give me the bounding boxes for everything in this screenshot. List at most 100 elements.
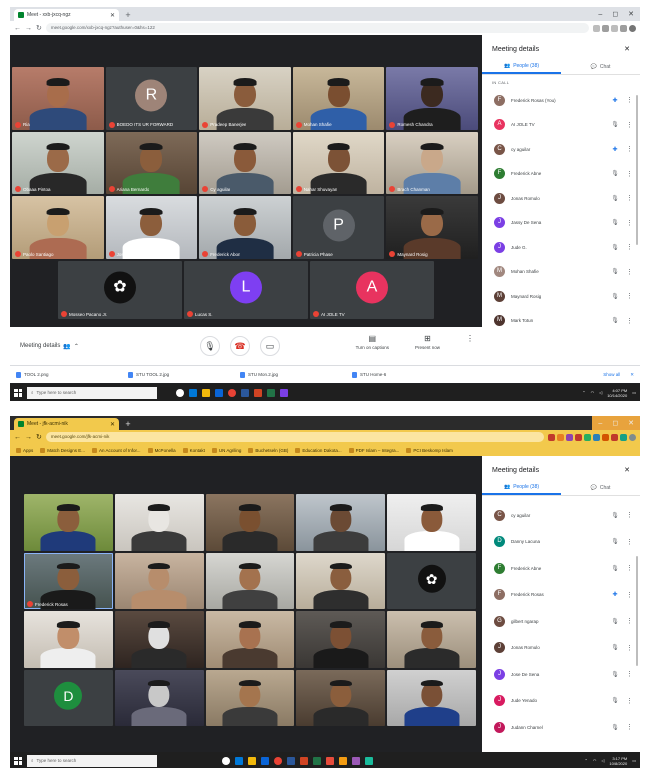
more-vert-icon[interactable]: ⋮ <box>626 511 633 519</box>
participant-tile[interactable]: Cy aguilar <box>199 131 291 195</box>
participant-row[interactable]: M Mohan Shafie 🎙 ⋮ <box>482 260 640 285</box>
participant-tile[interactable]: Maynard Rosig <box>386 196 478 259</box>
profile-avatar[interactable] <box>629 433 636 441</box>
mic-off-icon[interactable]: 🎙 <box>610 512 620 519</box>
more-vert-icon[interactable]: ⋮ <box>626 219 633 227</box>
tab-chat[interactable]: 💬 Chat <box>561 480 640 495</box>
bookmark-item[interactable]: Education Dakota... <box>295 448 341 453</box>
powerpoint-icon[interactable] <box>300 756 308 765</box>
extension-icon[interactable] <box>575 433 582 441</box>
more-vert-icon[interactable]: ⋮ <box>626 317 633 325</box>
bookmark-item[interactable]: Match Designs E... <box>40 448 85 453</box>
participant-tile[interactable]: Frederick Rosas <box>24 552 113 609</box>
participant-row[interactable]: Ggilbert ngarap 🎙 ⋮ <box>482 608 640 635</box>
participant-tile[interactable] <box>205 552 295 609</box>
participant-tile[interactable] <box>24 494 113 551</box>
forward-icon[interactable]: → <box>25 25 32 32</box>
more-vert-icon[interactable]: ⋮ <box>626 617 633 625</box>
close-tab-icon[interactable]: ✕ <box>110 421 115 428</box>
mic-off-icon[interactable]: 🎙 <box>610 170 620 177</box>
word-icon[interactable] <box>241 388 249 397</box>
more-vert-icon[interactable]: ⋮ <box>626 121 633 129</box>
store-icon[interactable] <box>215 388 223 397</box>
download-item[interactable]: TOOL 2.png <box>16 372 116 378</box>
participant-tile[interactable] <box>296 669 386 726</box>
url-input[interactable]: meet.google.com/xxb-jxcq-ngz?authuser=0&… <box>45 23 589 33</box>
task-view-icon[interactable] <box>222 756 230 765</box>
mic-off-icon[interactable]: 🎙 <box>610 644 620 651</box>
participant-row[interactable]: J Jude Yenado 🎙 ⋮ <box>482 688 640 715</box>
extension-icon[interactable] <box>620 24 627 32</box>
extension-icon[interactable] <box>611 24 618 32</box>
minimize-button[interactable]: – <box>598 11 602 18</box>
excel-icon[interactable] <box>313 756 321 765</box>
participant-tile[interactable] <box>114 494 204 551</box>
close-window-button[interactable]: ✕ <box>628 419 634 427</box>
extension-icon[interactable] <box>611 433 618 441</box>
excel-icon[interactable] <box>267 388 275 397</box>
participant-tile[interactable] <box>296 611 386 668</box>
chrome-icon[interactable] <box>274 756 282 765</box>
participant-tile[interactable]: Mohan Shafie <box>292 67 385 130</box>
close-panel-icon[interactable]: ✕ <box>624 45 630 53</box>
volume-icon[interactable]: ◁ <box>601 758 604 763</box>
participant-tile[interactable]: A AI JOLE TV <box>310 261 434 319</box>
show-all-button[interactable]: Show all <box>603 372 620 378</box>
participant-tile[interactable] <box>24 611 113 668</box>
participant-row[interactable]: F Frederick Abne 🎙 ⋮ <box>482 555 640 582</box>
more-options-button[interactable]: ⋮ <box>466 334 474 350</box>
volume-icon[interactable]: ◁ <box>599 390 602 395</box>
more-vert-icon[interactable]: ⋮ <box>626 292 633 300</box>
participant-tile[interactable] <box>296 552 386 609</box>
participant-row[interactable]: J Judann Charnel 🎙 ⋮ <box>482 714 640 741</box>
url-input[interactable]: meet.google.com/jfk-acmi-nik <box>45 432 544 442</box>
notifications-icon[interactable]: ▭ <box>632 758 636 763</box>
extension-icon[interactable] <box>620 433 627 441</box>
app-icon[interactable] <box>280 388 288 397</box>
participant-tile[interactable]: ✿ Mosseo Pacano Jr. <box>58 261 182 319</box>
participant-row[interactable]: Ccy aguilar 🎙 ⋮ <box>482 502 640 529</box>
taskbar-search[interactable]: ⌕ Type here to search <box>27 386 157 399</box>
more-vert-icon[interactable]: ⋮ <box>626 644 633 652</box>
participant-tile[interactable] <box>387 494 476 551</box>
extension-icon[interactable] <box>593 433 600 441</box>
bookmark-item[interactable]: Apps <box>16 448 33 453</box>
panel-scrollbar[interactable] <box>636 556 638 666</box>
mic-off-icon[interactable]: 🎙 <box>610 538 620 545</box>
participant-tile[interactable]: L Lucas S. <box>184 261 308 319</box>
clock[interactable]: 4:07 PM 10/14/2020 <box>607 388 627 398</box>
participant-tile[interactable]: Ariana Bernardo <box>105 131 198 195</box>
file-explorer-icon[interactable] <box>202 388 210 397</box>
mic-off-icon[interactable]: 🎙 <box>610 317 620 324</box>
more-vert-icon[interactable]: ⋮ <box>626 591 633 599</box>
participant-row[interactable]: F Frederick Abne 🎙 ⋮ <box>482 162 640 187</box>
participant-row[interactable]: D Danny Lacuna 🎙 ⋮ <box>482 529 640 556</box>
windows-start-icon[interactable] <box>14 388 22 397</box>
participant-tile[interactable] <box>205 494 295 551</box>
microphone-button[interactable]: 🎙 <box>200 336 220 356</box>
minimize-button[interactable]: – <box>598 420 602 427</box>
participant-tile[interactable] <box>296 494 386 551</box>
more-vert-icon[interactable]: ⋮ <box>626 670 633 678</box>
new-tab-button[interactable]: + <box>122 418 134 430</box>
reload-icon[interactable]: ↻ <box>36 24 42 32</box>
tab-people[interactable]: 👥 People (38) <box>482 59 561 74</box>
more-vert-icon[interactable]: ⋮ <box>626 268 633 276</box>
more-vert-icon[interactable]: ⋮ <box>626 170 633 178</box>
bookmark-item[interactable]: Kontakt <box>183 448 205 453</box>
word-icon[interactable] <box>287 756 295 765</box>
present-button[interactable]: ⊞ Present now <box>415 334 440 350</box>
bookmark-item[interactable]: An Account of Infor... <box>92 448 141 453</box>
browser-tab[interactable]: Meet - jfk-acmi-nik ✕ <box>14 418 119 430</box>
participant-row[interactable]: F Frederick Rosas (You) ✚ ⋮ <box>482 88 640 113</box>
mic-off-icon[interactable]: 🎙 <box>610 195 620 202</box>
participant-tile[interactable]: P Patricia Phase <box>292 196 385 259</box>
task-view-icon[interactable] <box>176 388 184 397</box>
meeting-details-button[interactable]: Meeting details 👥 ⌃ <box>20 343 79 350</box>
close-window-button[interactable]: ✕ <box>628 10 634 18</box>
notifications-icon[interactable]: ▭ <box>632 390 636 395</box>
bookmark-item[interactable]: Buchetseln (GB) <box>248 448 288 453</box>
mic-on-icon[interactable]: ✚ <box>610 146 620 153</box>
close-downloads-button[interactable]: ✕ <box>630 372 634 378</box>
powerpoint-icon[interactable] <box>254 388 262 397</box>
